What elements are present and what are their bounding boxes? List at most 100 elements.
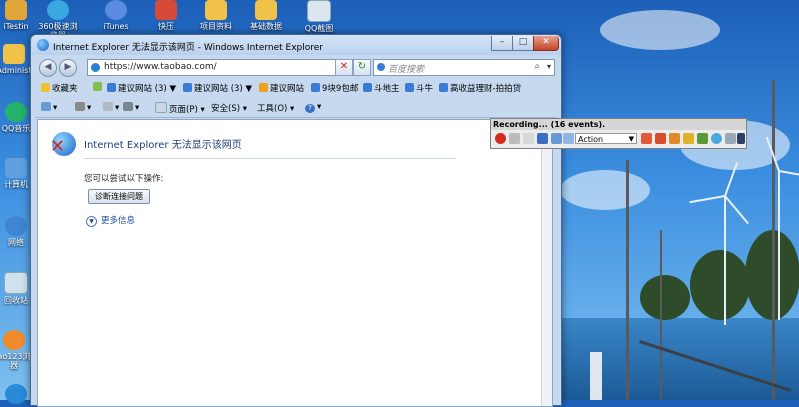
turbine-blade	[778, 170, 799, 179]
computer-icon	[5, 158, 27, 178]
desktop-icon-hao123[interactable]: ao123浏器	[0, 330, 34, 370]
stop-button[interactable]: ✕	[335, 59, 353, 76]
more-info-link[interactable]: ▼ 更多信息	[86, 214, 135, 227]
ie-page-icon	[439, 83, 448, 92]
search-box[interactable]: 百度搜索 ⌕ ▾	[373, 59, 555, 76]
navigation-bar: ◀ ▶ https://www.taobao.com/ ▾ ↻ 百度搜索 ⌕ ▾	[35, 57, 557, 77]
favorites-button[interactable]: 收藏夹	[41, 82, 78, 94]
home-icon	[41, 102, 51, 111]
stop-icon[interactable]	[537, 133, 548, 144]
page-menu[interactable]: 页面(P) ▾	[155, 102, 205, 115]
add-favorite-icon[interactable]	[93, 82, 104, 93]
verify-icon[interactable]	[669, 133, 680, 144]
desktop-icon-kuaiya[interactable]: 快压	[146, 0, 186, 31]
page-icon	[155, 102, 167, 113]
home-button[interactable]: ▾	[41, 102, 57, 113]
ie-logo-icon	[37, 39, 49, 51]
feeds-icon	[75, 102, 85, 111]
ie-page-icon	[183, 83, 192, 92]
clipboard-icon[interactable]	[725, 133, 736, 144]
tools-menu[interactable]: 工具(O) ▾	[257, 102, 294, 114]
itestin-icon	[5, 0, 27, 20]
cloud	[600, 10, 720, 50]
recorder-panel: Recording... (16 events). Action ▼	[490, 118, 747, 149]
desktop-icon-administrator[interactable]: Administ	[0, 44, 34, 75]
inspect-icon[interactable]	[683, 133, 694, 144]
fav-item-paipaidai[interactable]: 高收益理财-拍拍贷	[439, 82, 521, 94]
reset-icon[interactable]	[563, 133, 574, 144]
back-button[interactable]: ◀	[39, 59, 57, 77]
mail-icon	[103, 102, 113, 111]
ie-page-icon	[107, 83, 116, 92]
search-input[interactable]: 百度搜索	[388, 62, 424, 75]
step-icon[interactable]	[523, 133, 534, 144]
road	[590, 352, 602, 400]
wind-turbine	[724, 195, 726, 325]
record-icon[interactable]	[495, 133, 506, 144]
feeds-button[interactable]: ▾	[75, 102, 91, 113]
favorites-bar: 收藏夹 建议网站 (3) ▼ 建议网站 (3) ▼ 建议网站 9块9包邮 斗地主…	[35, 79, 557, 97]
highlight-icon[interactable]	[655, 133, 666, 144]
app-icon	[5, 384, 27, 404]
fav-item-9kuai9[interactable]: 9块9包邮	[311, 82, 358, 94]
play-icon[interactable]	[509, 133, 520, 144]
target-icon[interactable]	[641, 133, 652, 144]
ie-page-icon	[405, 83, 414, 92]
chevron-down-icon: ▼	[628, 135, 634, 143]
network-icon	[5, 216, 27, 236]
fav-item-doudizhu[interactable]: 斗地主	[363, 82, 400, 94]
chevron-down-icon: ▼	[86, 216, 97, 227]
desktop-icon-itunes[interactable]: iTunes	[96, 0, 136, 31]
recycle-bin-icon	[4, 272, 28, 294]
desktop-icon-itestin[interactable]: iTestin	[0, 0, 36, 31]
divider	[84, 158, 456, 159]
close-button[interactable]: ✕	[533, 36, 559, 51]
printer-icon	[123, 102, 133, 111]
kuaiya-icon	[155, 0, 177, 20]
comment-icon[interactable]	[711, 133, 722, 144]
utility-pole	[660, 230, 662, 400]
360-browser-icon	[47, 0, 69, 20]
user-folder-icon	[3, 44, 25, 64]
pause-icon[interactable]	[551, 133, 562, 144]
help-menu[interactable]: ? ▾	[305, 102, 321, 113]
refresh-button[interactable]: ↻	[353, 59, 371, 76]
fav-item-suggested-3[interactable]: 建议网站	[259, 82, 304, 94]
safety-menu[interactable]: 安全(S) ▾	[211, 102, 247, 114]
options-icon[interactable]	[737, 133, 745, 144]
turbine-blade	[689, 195, 726, 204]
qq-music-icon	[5, 102, 27, 122]
print-button[interactable]: ▾	[123, 102, 139, 113]
page-content: ✕ Internet Explorer 无法显示该网页 您可以尝试以下操作: 诊…	[37, 119, 553, 407]
recorder-toolbar: Action ▼	[491, 131, 746, 147]
command-bar: ▾ ▾ ▾ ▾ 页面(P) ▾ 安全(S) ▾ 工具(O) ▾ ? ▾	[35, 99, 557, 118]
title-bar[interactable]: Internet Explorer 无法显示该网页 - Windows Inte…	[31, 35, 561, 55]
ie-page-icon	[311, 83, 320, 92]
address-url[interactable]: https://www.taobao.com/	[104, 62, 217, 72]
wait-icon[interactable]	[697, 133, 708, 144]
action-select[interactable]: Action ▼	[575, 133, 637, 144]
error-title: Internet Explorer 无法显示该网页	[84, 140, 242, 151]
chevron-down-icon[interactable]: ▾	[547, 62, 551, 71]
recorder-title[interactable]: Recording... (16 events).	[491, 119, 746, 130]
maximize-button[interactable]: □	[512, 36, 534, 51]
desktop-icon-project-docs[interactable]: 项目资料	[196, 0, 236, 31]
fav-item-douniu[interactable]: 斗牛	[405, 82, 433, 94]
image-file-icon	[307, 0, 331, 22]
address-bar[interactable]: https://www.taobao.com/ ▾	[87, 59, 353, 76]
diagnose-connection-button[interactable]: 诊断连接问题	[88, 189, 150, 204]
turbine-blade	[724, 195, 749, 225]
tree	[690, 250, 750, 320]
page-icon	[91, 63, 100, 72]
window-title: Internet Explorer 无法显示该网页 - Windows Inte…	[53, 43, 324, 53]
desktop-icon-base-data[interactable]: 基础数据	[246, 0, 286, 31]
minimize-button[interactable]: –	[491, 36, 513, 51]
fav-item-suggested-2[interactable]: 建议网站 (3) ▼	[183, 82, 252, 94]
search-icon[interactable]: ⌕	[534, 61, 540, 72]
help-icon: ?	[305, 104, 315, 113]
mail-button[interactable]: ▾	[103, 102, 119, 113]
vertical-scrollbar[interactable]	[541, 120, 552, 406]
fav-item-suggested-1[interactable]: 建议网站 (3) ▼	[107, 82, 176, 94]
forward-button[interactable]: ▶	[59, 59, 77, 77]
folder-icon	[205, 0, 227, 20]
